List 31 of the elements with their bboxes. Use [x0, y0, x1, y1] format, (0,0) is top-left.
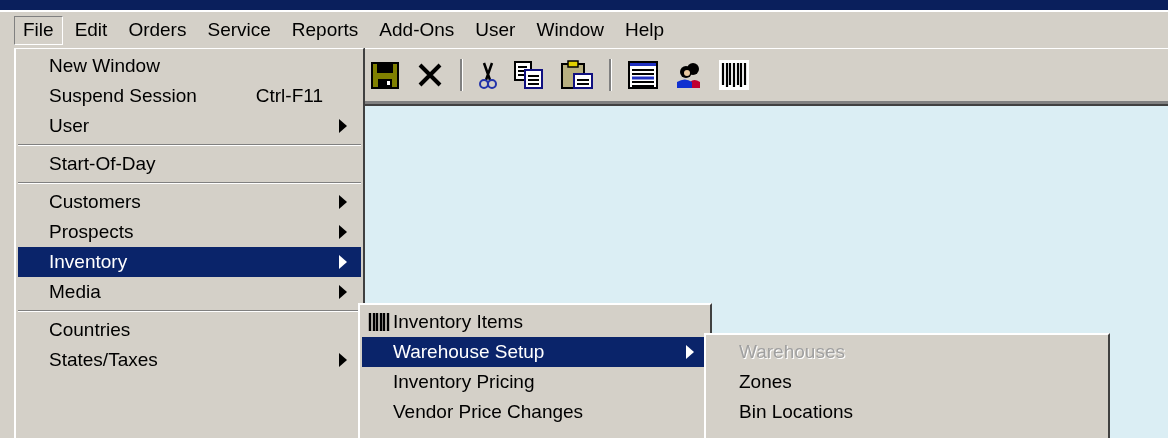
save-icon[interactable]	[370, 60, 400, 90]
menu-item[interactable]: Media	[18, 277, 361, 307]
menu-bar-item[interactable]: Help	[616, 15, 674, 45]
list-icon[interactable]	[627, 60, 659, 90]
menu-item[interactable]: Vendor Price Changes	[362, 397, 708, 427]
menu-item[interactable]: States/Taxes	[18, 345, 361, 375]
menu-bar-item[interactable]: Service	[198, 15, 280, 45]
menu-item[interactable]: Inventory Pricing	[362, 367, 708, 397]
menu-item[interactable]: Inventory	[18, 247, 361, 277]
copy-icon[interactable]	[513, 60, 545, 90]
menu-item[interactable]: Countries	[18, 315, 361, 345]
menu-item[interactable]: Prospects	[18, 217, 361, 247]
menu-item[interactable]: User	[18, 111, 361, 141]
menu-item[interactable]: New Window	[18, 51, 361, 81]
menu-item[interactable]: Inventory Items	[362, 307, 708, 337]
menu-bar-item[interactable]: Add-Ons	[370, 15, 464, 45]
menu-bar-item[interactable]: Reports	[282, 15, 368, 45]
menu-item[interactable]: Customers	[18, 187, 361, 217]
menu-bar-item[interactable]: User	[466, 15, 525, 45]
menu-item[interactable]: Start-Of-Day	[18, 149, 361, 179]
barcode-icon[interactable]	[719, 60, 749, 90]
menu-bar-item[interactable]: File	[14, 15, 63, 45]
menu-item[interactable]: Bin Locations	[708, 397, 1106, 427]
menu-bar-item[interactable]: Window	[527, 15, 614, 45]
menu-item[interactable]: Zones	[708, 367, 1106, 397]
menu-bar-item[interactable]: Edit	[65, 15, 117, 45]
paste-icon[interactable]	[560, 60, 594, 90]
menu-item[interactable]: Suspend Session Ctrl-F11	[18, 81, 361, 111]
menu-bar-item[interactable]: Orders	[119, 15, 196, 45]
barcode-icon	[368, 311, 390, 333]
scissors-icon[interactable]	[478, 60, 498, 90]
